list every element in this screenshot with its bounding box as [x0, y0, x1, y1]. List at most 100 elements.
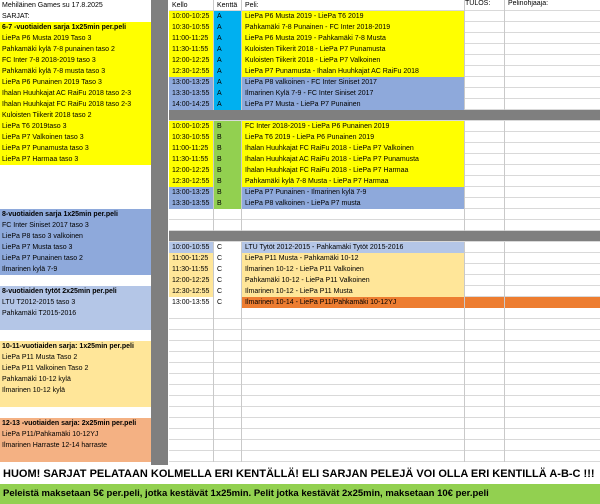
game-matchup: Pahkamäki 7-8 Punainen - FC Inter 2018-2… [242, 22, 465, 33]
series-block: 8-vuotiaiden sarja 1x25min per.peli FC In… [0, 209, 151, 275]
result-cell[interactable] [465, 22, 505, 33]
empty-cell [214, 220, 242, 231]
referee-cell[interactable] [505, 33, 600, 44]
game-time: 13:00-13:55 [169, 297, 214, 308]
empty-cell [505, 385, 600, 396]
result-cell[interactable] [465, 264, 505, 275]
game-time: 12:30-12:55 [169, 286, 214, 297]
referee-cell[interactable] [505, 99, 600, 110]
empty-cell [465, 396, 505, 407]
empty-row [169, 209, 600, 220]
referee-cell[interactable] [505, 88, 600, 99]
empty-row [169, 341, 600, 352]
empty-cell [242, 308, 465, 319]
referee-cell[interactable] [505, 264, 600, 275]
team-name: Pahkamäki 10-12 kylä [2, 376, 71, 383]
result-cell[interactable] [465, 132, 505, 143]
result-cell[interactable] [465, 33, 505, 44]
empty-row [169, 308, 600, 319]
referee-cell[interactable] [505, 176, 600, 187]
team-name: LiePa P6 Punainen 2019 Taso 3 [2, 79, 102, 86]
empty-cell [465, 363, 505, 374]
game-time: 10:30-10:55 [169, 22, 214, 33]
result-cell[interactable] [465, 88, 505, 99]
empty-row [169, 352, 600, 363]
empty-row [169, 407, 600, 418]
referee-cell[interactable] [505, 77, 600, 88]
referee-cell[interactable] [505, 253, 600, 264]
result-cell[interactable] [465, 187, 505, 198]
result-cell[interactable] [465, 297, 505, 308]
team-name: Pahkamäki T2015-2016 [2, 310, 77, 317]
game-row: 10:00-10:25 B FC Inter 2018-2019 - LiePa P… [169, 121, 600, 132]
empty-cell [214, 374, 242, 385]
game-field: C [214, 286, 242, 297]
result-cell[interactable] [465, 77, 505, 88]
result-cell[interactable] [465, 66, 505, 77]
result-cell[interactable] [465, 176, 505, 187]
team-name: LiePa P7 Punamusta taso 3 [2, 145, 89, 152]
game-field: C [214, 297, 242, 308]
empty-cell [169, 451, 214, 462]
header-result: TULOS: [465, 0, 505, 11]
result-cell[interactable] [465, 99, 505, 110]
team-name: LiePa T6 2019taso 3 [2, 123, 67, 130]
empty-cell [169, 374, 214, 385]
result-cell[interactable] [465, 11, 505, 22]
result-cell[interactable] [465, 253, 505, 264]
referee-cell[interactable] [505, 154, 600, 165]
empty-row [169, 385, 600, 396]
empty-row [169, 429, 600, 440]
referee-cell[interactable] [505, 297, 600, 308]
game-matchup: Ihalan Huuhkajat AC RaiFu 2018 - LiePa P… [242, 154, 465, 165]
team-name: FC Inter Siniset 2017 taso 3 [2, 222, 89, 229]
empty-row [169, 451, 600, 462]
result-cell[interactable] [465, 55, 505, 66]
referee-cell[interactable] [505, 275, 600, 286]
game-row: 13:00-13:55 C Ilmarinen 10-14 - LiePa P11/… [169, 297, 600, 308]
empty-row [169, 418, 600, 429]
referee-cell[interactable] [505, 11, 600, 22]
referee-cell[interactable] [505, 66, 600, 77]
series-heading: 8-vuotiaiden tytöt 2x25min per.peli [2, 288, 117, 295]
referee-cell[interactable] [505, 198, 600, 209]
referee-cell[interactable] [505, 55, 600, 66]
game-field: A [214, 11, 242, 22]
result-cell[interactable] [465, 165, 505, 176]
empty-cell [465, 440, 505, 451]
empty-cell [465, 330, 505, 341]
game-field: A [214, 44, 242, 55]
separator-column [151, 0, 168, 465]
referee-cell[interactable] [505, 165, 600, 176]
empty-cell [169, 363, 214, 374]
referee-cell[interactable] [505, 143, 600, 154]
result-cell[interactable] [465, 286, 505, 297]
result-cell[interactable] [465, 44, 505, 55]
result-cell[interactable] [465, 154, 505, 165]
empty-cell [465, 341, 505, 352]
referee-cell[interactable] [505, 187, 600, 198]
game-field: C [214, 264, 242, 275]
referee-cell[interactable] [505, 22, 600, 33]
empty-cell [465, 374, 505, 385]
result-cell[interactable] [465, 275, 505, 286]
result-cell[interactable] [465, 242, 505, 253]
referee-cell[interactable] [505, 132, 600, 143]
series-heading: 10-11-vuotiaiden sarja: 1x25min per.peli [2, 343, 134, 350]
empty-cell [465, 319, 505, 330]
result-cell[interactable] [465, 121, 505, 132]
series-heading: 12-13 -vuotiaiden sarja: 2x25min per.pel… [2, 420, 137, 427]
referee-cell[interactable] [505, 121, 600, 132]
empty-cell [242, 209, 465, 220]
referee-cell[interactable] [505, 286, 600, 297]
game-row: 11:00-11:25 B Ihalan Huuhkajat FC RaiFu 20… [169, 143, 600, 154]
result-cell[interactable] [465, 198, 505, 209]
game-field: B [214, 121, 242, 132]
team-name: LiePa P7 Punainen taso 2 [2, 255, 83, 262]
game-time: 12:00-12:25 [169, 165, 214, 176]
game-field: A [214, 77, 242, 88]
result-cell[interactable] [465, 143, 505, 154]
referee-cell[interactable] [505, 44, 600, 55]
referee-cell[interactable] [505, 242, 600, 253]
game-field: C [214, 242, 242, 253]
